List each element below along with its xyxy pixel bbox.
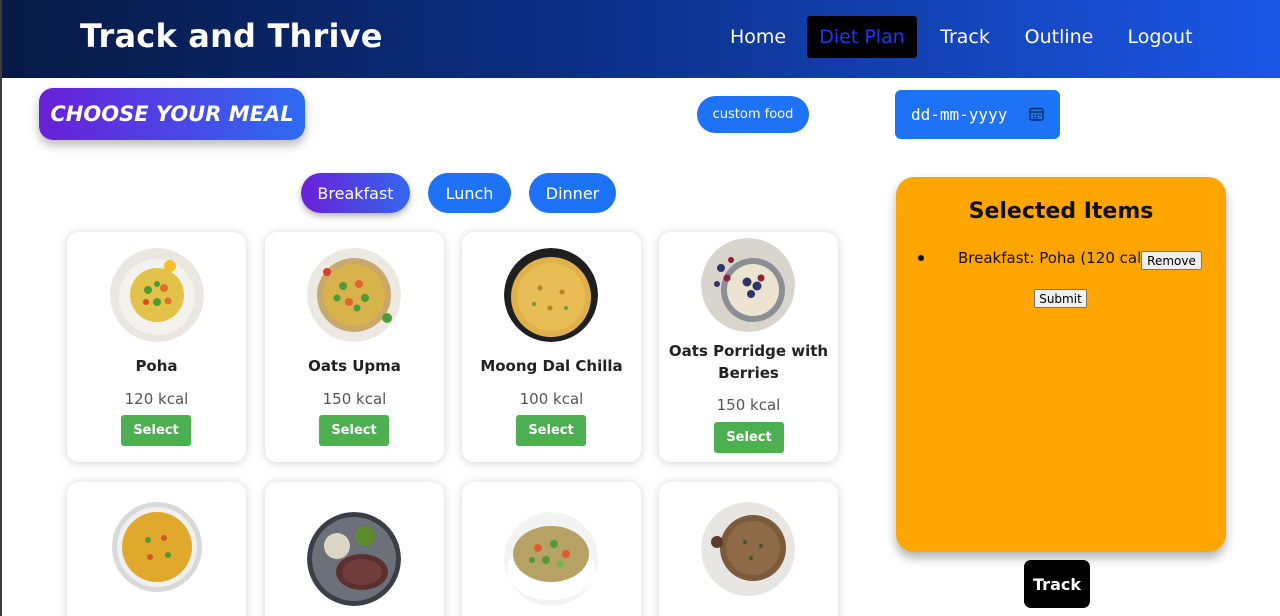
food-name: Oats Porridge with Berries bbox=[668, 342, 829, 382]
food-card: Oats Porridge with Berries 150 kcal Sele… bbox=[659, 232, 838, 462]
food-name: Oats Upma bbox=[308, 357, 401, 375]
custom-food-button[interactable]: custom food bbox=[697, 96, 809, 133]
nav-home[interactable]: Home bbox=[724, 16, 792, 58]
nav-diet-plan[interactable]: Diet Plan bbox=[807, 16, 917, 58]
panel-title: Selected Items bbox=[968, 199, 1154, 224]
selected-items-panel: Selected Items Breakfast: Poha (120 cal)… bbox=[896, 177, 1226, 552]
food-image bbox=[307, 512, 401, 606]
select-button[interactable]: Select bbox=[714, 422, 784, 453]
food-image bbox=[110, 500, 204, 594]
submit-button[interactable]: Submit bbox=[1034, 289, 1087, 308]
food-kcal: 100 kcal bbox=[519, 390, 584, 408]
food-kcal: 150 kcal bbox=[322, 390, 387, 408]
food-image bbox=[504, 512, 598, 606]
food-card bbox=[67, 482, 246, 616]
food-name: Moong Dal Chilla bbox=[480, 357, 623, 375]
food-card: Moong Dal Chilla 100 kcal Select bbox=[462, 232, 641, 462]
food-image bbox=[110, 248, 204, 342]
calendar-icon[interactable] bbox=[1029, 107, 1044, 121]
food-card bbox=[462, 482, 641, 616]
nav-outline[interactable]: Outline bbox=[1019, 16, 1099, 58]
frame-border bbox=[0, 78, 2, 616]
choose-meal-heading: CHOOSE YOUR MEAL bbox=[39, 88, 305, 140]
select-button[interactable]: Select bbox=[516, 415, 586, 446]
nav-track[interactable]: Track bbox=[932, 16, 998, 58]
brand-title: Track and Thrive bbox=[80, 17, 383, 55]
food-image bbox=[701, 502, 795, 596]
food-card: Poha 120 kcal Select bbox=[67, 232, 246, 462]
food-kcal: 150 kcal bbox=[716, 396, 781, 414]
food-name: Poha bbox=[135, 357, 178, 375]
list-bullet bbox=[918, 255, 924, 261]
select-button[interactable]: Select bbox=[121, 415, 191, 446]
top-navbar: Track and Thrive Home Diet Plan Track Ou… bbox=[0, 0, 1280, 78]
food-card bbox=[265, 482, 444, 616]
food-image bbox=[504, 248, 598, 342]
food-card: Oats Upma 150 kcal Select bbox=[265, 232, 444, 462]
date-placeholder: dd-mm-yyyy bbox=[911, 105, 1008, 124]
remove-button[interactable]: Remove bbox=[1141, 251, 1202, 270]
nav-logout[interactable]: Logout bbox=[1122, 16, 1198, 58]
tab-dinner[interactable]: Dinner bbox=[529, 173, 616, 213]
tab-lunch[interactable]: Lunch bbox=[428, 173, 511, 213]
track-button[interactable]: Track bbox=[1024, 560, 1090, 608]
food-image bbox=[701, 238, 795, 332]
selected-item-text: Breakfast: Poha (120 cal) bbox=[958, 249, 1148, 267]
select-button[interactable]: Select bbox=[319, 415, 389, 446]
food-kcal: 120 kcal bbox=[124, 390, 189, 408]
date-input[interactable]: dd-mm-yyyy bbox=[895, 90, 1060, 139]
food-card bbox=[659, 482, 838, 616]
food-image bbox=[307, 248, 401, 342]
tab-breakfast[interactable]: Breakfast bbox=[301, 173, 410, 213]
